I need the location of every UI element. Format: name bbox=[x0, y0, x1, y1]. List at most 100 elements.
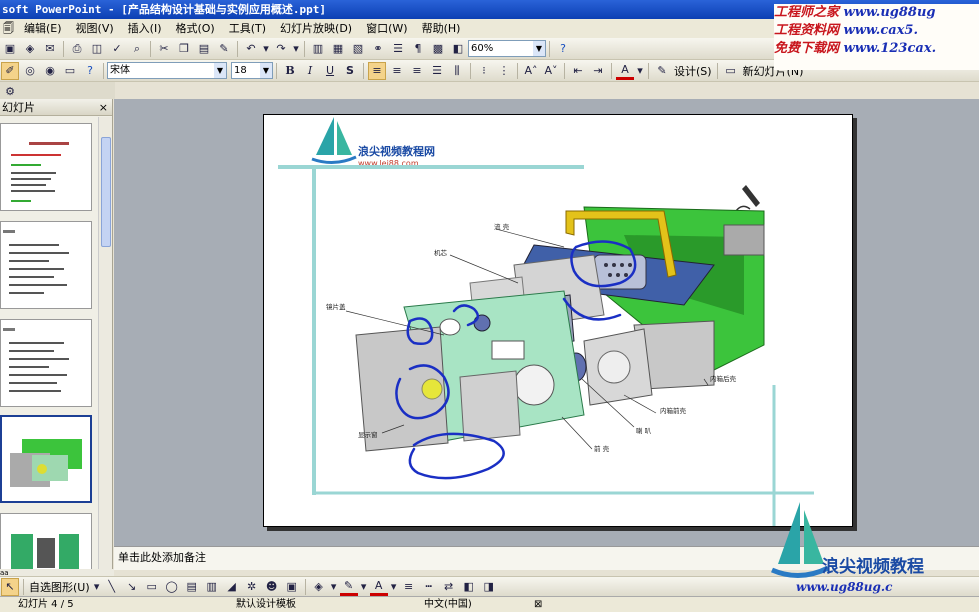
menu-tools[interactable]: 工具(T) bbox=[222, 19, 273, 38]
design-button[interactable]: 设计(S) bbox=[674, 63, 712, 79]
menu-window[interactable]: 窗口(W) bbox=[359, 19, 414, 38]
menu-help[interactable]: 帮助(H) bbox=[415, 19, 468, 38]
menu-file-icon[interactable]: 🗐 bbox=[0, 19, 17, 38]
align-left-icon[interactable]: ≡ bbox=[368, 61, 386, 80]
chevron-down-icon[interactable]: ▾ bbox=[330, 578, 338, 596]
slide-thumbnail[interactable] bbox=[0, 123, 92, 211]
grid-icon[interactable]: ▩ bbox=[429, 40, 447, 58]
3d-style-icon[interactable]: ◨ bbox=[480, 578, 498, 596]
menu-format[interactable]: 格式(O) bbox=[168, 19, 221, 38]
increase-font-icon[interactable]: A˄ bbox=[522, 62, 540, 80]
help-icon[interactable]: ? bbox=[554, 40, 572, 58]
arrow-style-icon[interactable]: ⇄ bbox=[440, 578, 458, 596]
bullets-icon[interactable]: ⋮ bbox=[495, 62, 513, 80]
menu-slideshow[interactable]: 幻灯片放映(D) bbox=[273, 19, 359, 38]
window-title: soft PowerPoint - [产品结构设计基础与实例应用概述.ppt] bbox=[2, 3, 326, 16]
picture-icon[interactable]: ▣ bbox=[283, 578, 301, 596]
chevron-down-icon[interactable]: ▼ bbox=[260, 63, 272, 78]
vertical-textbox-icon[interactable]: ▥ bbox=[203, 578, 221, 596]
permission-icon[interactable]: ◈ bbox=[21, 40, 39, 58]
scroll-thumb[interactable] bbox=[101, 137, 111, 247]
insert-chart-icon[interactable]: ▥ bbox=[309, 40, 327, 58]
numbering-icon[interactable]: ⁝ bbox=[475, 62, 493, 80]
align-center-icon[interactable]: ≡ bbox=[388, 62, 406, 80]
line-color-icon[interactable]: ✎ bbox=[339, 578, 358, 596]
line-icon[interactable]: ╲ bbox=[103, 578, 121, 596]
shadow-style-icon[interactable]: ◧ bbox=[460, 578, 478, 596]
arrow-icon[interactable]: ↘ bbox=[123, 578, 141, 596]
color-grayscale-icon[interactable]: ◧ bbox=[449, 40, 467, 58]
gear-icon[interactable]: ⚙ bbox=[1, 82, 19, 100]
chevron-down-icon[interactable]: ▾ bbox=[93, 578, 101, 596]
chevron-down-icon[interactable]: ▾ bbox=[360, 578, 368, 596]
zoom-select[interactable]: 60% ▼ bbox=[468, 40, 546, 57]
diagram-icon[interactable]: ✲ bbox=[243, 578, 261, 596]
slide-canvas[interactable]: 浪尖视频教程网 www.lej88.com 流 壳 机芯 镜片盖 内箱后壳 内箱… bbox=[263, 114, 853, 527]
rectangle-icon[interactable]: ▭ bbox=[143, 578, 161, 596]
undo-icon[interactable]: ↶ bbox=[242, 40, 260, 58]
textbox-icon[interactable]: ▤ bbox=[183, 578, 201, 596]
slides-tab[interactable]: 幻灯片 bbox=[2, 101, 35, 114]
font-color-dropdown-icon[interactable]: ▾ bbox=[636, 62, 644, 80]
decrease-font-icon[interactable]: A˅ bbox=[542, 62, 560, 80]
dash-style-icon[interactable]: ┅ bbox=[420, 578, 438, 596]
save-icon[interactable]: ▣ bbox=[1, 40, 19, 58]
oval-icon[interactable]: ◯ bbox=[163, 578, 181, 596]
tool-icon[interactable]: ◎ bbox=[21, 62, 39, 80]
new-slide-icon[interactable]: ▭ bbox=[722, 62, 740, 80]
design-icon[interactable]: ✎ bbox=[653, 62, 671, 80]
bold-button[interactable]: B bbox=[281, 62, 299, 80]
slide-thumbnail[interactable] bbox=[0, 319, 92, 407]
close-icon[interactable]: × bbox=[99, 99, 108, 116]
italic-button[interactable]: I bbox=[301, 62, 319, 80]
chevron-down-icon[interactable]: ▾ bbox=[390, 578, 398, 596]
spelling-icon[interactable]: ✓ bbox=[108, 40, 126, 58]
format-painter-icon[interactable]: ✎ bbox=[215, 40, 233, 58]
edit-tool-icon[interactable]: ✐ bbox=[1, 61, 19, 80]
line-style-icon[interactable]: ≡ bbox=[400, 578, 418, 596]
image-icon[interactable]: ▭ bbox=[61, 62, 79, 80]
distribute-icon[interactable]: ⫼ bbox=[448, 62, 466, 80]
copy-icon[interactable]: ❐ bbox=[175, 40, 193, 58]
font-name-select[interactable]: 宋体 ▼ bbox=[107, 62, 227, 79]
print-icon[interactable]: ⎙ bbox=[68, 40, 86, 58]
font-color-icon[interactable]: A bbox=[369, 578, 388, 596]
decrease-indent-icon[interactable]: ⇤ bbox=[569, 62, 587, 80]
redo-icon[interactable]: ↷ bbox=[272, 40, 290, 58]
print-preview-icon[interactable]: ◫ bbox=[88, 40, 106, 58]
research-icon[interactable]: ⌕ bbox=[128, 40, 146, 58]
wordart-icon[interactable]: ◢ bbox=[223, 578, 241, 596]
select-arrow-icon[interactable]: ↖ bbox=[1, 577, 19, 596]
tables-borders-icon[interactable]: ▧ bbox=[349, 40, 367, 58]
chevron-down-icon[interactable]: ▼ bbox=[214, 63, 226, 78]
insert-hyperlink-icon[interactable]: ⚭ bbox=[369, 40, 387, 58]
increase-indent-icon[interactable]: ⇥ bbox=[589, 62, 607, 80]
menu-view[interactable]: 视图(V) bbox=[69, 19, 121, 38]
redo-dropdown-icon[interactable]: ▾ bbox=[292, 40, 300, 58]
toolbar-separator bbox=[63, 40, 64, 57]
email-icon[interactable]: ✉ bbox=[41, 40, 59, 58]
expand-all-icon[interactable]: ☰ bbox=[389, 40, 407, 58]
menu-insert[interactable]: 插入(I) bbox=[121, 19, 169, 38]
panel-scrollbar[interactable] bbox=[98, 117, 112, 569]
menu-edit[interactable]: 编辑(E) bbox=[17, 19, 69, 38]
insert-table-icon[interactable]: ▦ bbox=[329, 40, 347, 58]
underline-button[interactable]: U bbox=[321, 62, 339, 80]
font-color-icon[interactable]: A bbox=[616, 62, 634, 80]
autoshape-button[interactable]: 自选图形(U) bbox=[29, 579, 90, 595]
slide-thumbnail-selected[interactable] bbox=[0, 415, 92, 503]
recolor-icon[interactable]: ◉ bbox=[41, 62, 59, 80]
clipart-icon[interactable]: ☻ bbox=[263, 578, 281, 596]
paste-icon[interactable]: ▤ bbox=[195, 40, 213, 58]
cut-icon[interactable]: ✂ bbox=[155, 40, 173, 58]
shadow-button[interactable]: S bbox=[341, 62, 359, 80]
fill-color-icon[interactable]: ◈ bbox=[310, 578, 328, 596]
help-circle-icon[interactable]: ? bbox=[81, 62, 99, 80]
undo-dropdown-icon[interactable]: ▾ bbox=[262, 40, 270, 58]
align-right-icon[interactable]: ≡ bbox=[408, 62, 426, 80]
font-size-select[interactable]: 18 ▼ bbox=[231, 62, 273, 79]
show-formatting-icon[interactable]: ¶ bbox=[409, 40, 427, 58]
justify-icon[interactable]: ☰ bbox=[428, 62, 446, 80]
chevron-down-icon[interactable]: ▼ bbox=[533, 41, 545, 56]
slide-thumbnail[interactable] bbox=[0, 221, 92, 309]
